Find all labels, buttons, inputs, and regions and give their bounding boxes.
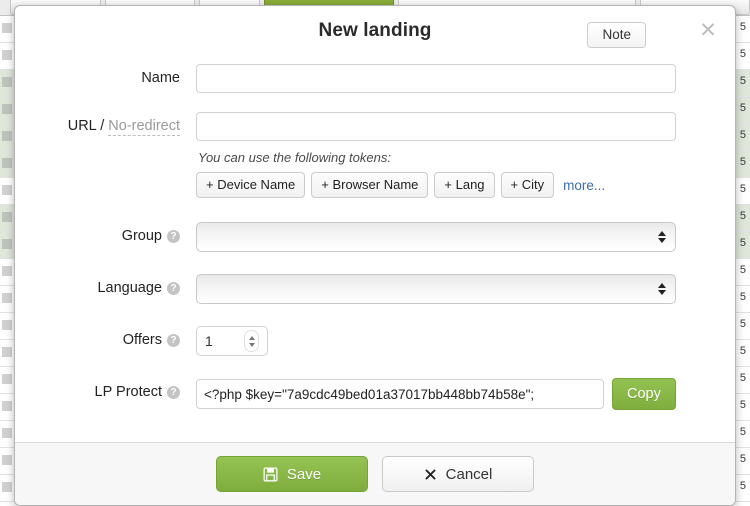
dialog-footer: Save Cancel <box>15 442 735 505</box>
tokens-more-link[interactable]: more... <box>563 178 605 193</box>
group-select[interactable] <box>196 222 676 252</box>
url-input[interactable] <box>196 112 676 141</box>
chevron-updown-icon <box>658 231 666 243</box>
stepper-arrows-icon[interactable] <box>244 330 259 352</box>
help-icon-lp-protect[interactable]: ? <box>167 386 180 399</box>
language-field-wrap <box>180 274 735 304</box>
help-icon-offers[interactable]: ? <box>167 334 180 347</box>
token-button-browser-name[interactable]: + Browser Name <box>311 172 429 198</box>
offers-stepper[interactable]: 1 <box>196 326 268 356</box>
name-label: Name <box>141 70 180 86</box>
language-label: Language? <box>15 274 180 296</box>
note-button[interactable]: Note <box>587 22 646 48</box>
dialog-body: Name URL / No-redirect You can use the f… <box>15 62 735 410</box>
chevron-updown-icon <box>658 283 666 295</box>
save-button[interactable]: Save <box>216 456 368 492</box>
url-field-wrap: You can use the following tokens: + Devi… <box>180 112 735 198</box>
cancel-button[interactable]: Cancel <box>382 456 534 492</box>
copy-button[interactable]: Copy <box>612 378 676 410</box>
form-row-lp-protect: LP Protect? Copy <box>15 378 735 410</box>
token-button-lang[interactable]: + Lang <box>434 172 495 198</box>
url-label-main: URL / <box>67 118 105 134</box>
name-input[interactable] <box>196 64 676 93</box>
group-label-text: Group <box>121 228 162 244</box>
lp-protect-input[interactable] <box>196 379 604 409</box>
dialog-header: New landing Note ✕ <box>15 6 735 62</box>
group-field-wrap <box>180 222 735 252</box>
save-floppy-icon <box>263 467 278 482</box>
help-icon-group[interactable]: ? <box>167 230 180 243</box>
language-select[interactable] <box>196 274 676 304</box>
lp-protect-field-wrap: Copy <box>180 378 735 410</box>
offers-field-wrap: 1 <box>180 326 735 356</box>
help-icon-language[interactable]: ? <box>167 282 180 295</box>
cancel-button-label: Cancel <box>445 465 493 483</box>
form-row-url: URL / No-redirect You can use the follow… <box>15 112 735 198</box>
new-landing-dialog: New landing Note ✕ Name URL / No-redirec… <box>14 5 736 506</box>
offers-label-text: Offers <box>122 332 162 348</box>
tokens-row: + Device Name + Browser Name + Lang + Ci… <box>196 172 735 198</box>
save-button-label: Save <box>286 465 322 483</box>
tokens-hint: You can use the following tokens: <box>198 150 391 165</box>
name-field-wrap <box>180 64 735 93</box>
lp-protect-label: LP Protect? <box>15 378 180 400</box>
x-icon <box>424 468 437 481</box>
token-button-device-name[interactable]: + Device Name <box>196 172 306 198</box>
close-icon[interactable]: ✕ <box>697 20 719 42</box>
lp-protect-label-text: LP Protect <box>94 384 162 400</box>
url-label: URL / No-redirect <box>15 112 180 136</box>
group-label: Group? <box>15 222 180 244</box>
token-button-city[interactable]: + City <box>500 172 555 198</box>
offers-label: Offers? <box>15 326 180 348</box>
url-label-no-redirect[interactable]: No-redirect <box>108 118 180 136</box>
offers-value: 1 <box>205 333 213 349</box>
form-row-language: Language? <box>15 274 735 304</box>
form-row-name: Name <box>15 64 735 94</box>
form-row-group: Group? <box>15 222 735 252</box>
language-label-text: Language <box>97 280 162 296</box>
form-row-offers: Offers? 1 <box>15 326 735 356</box>
